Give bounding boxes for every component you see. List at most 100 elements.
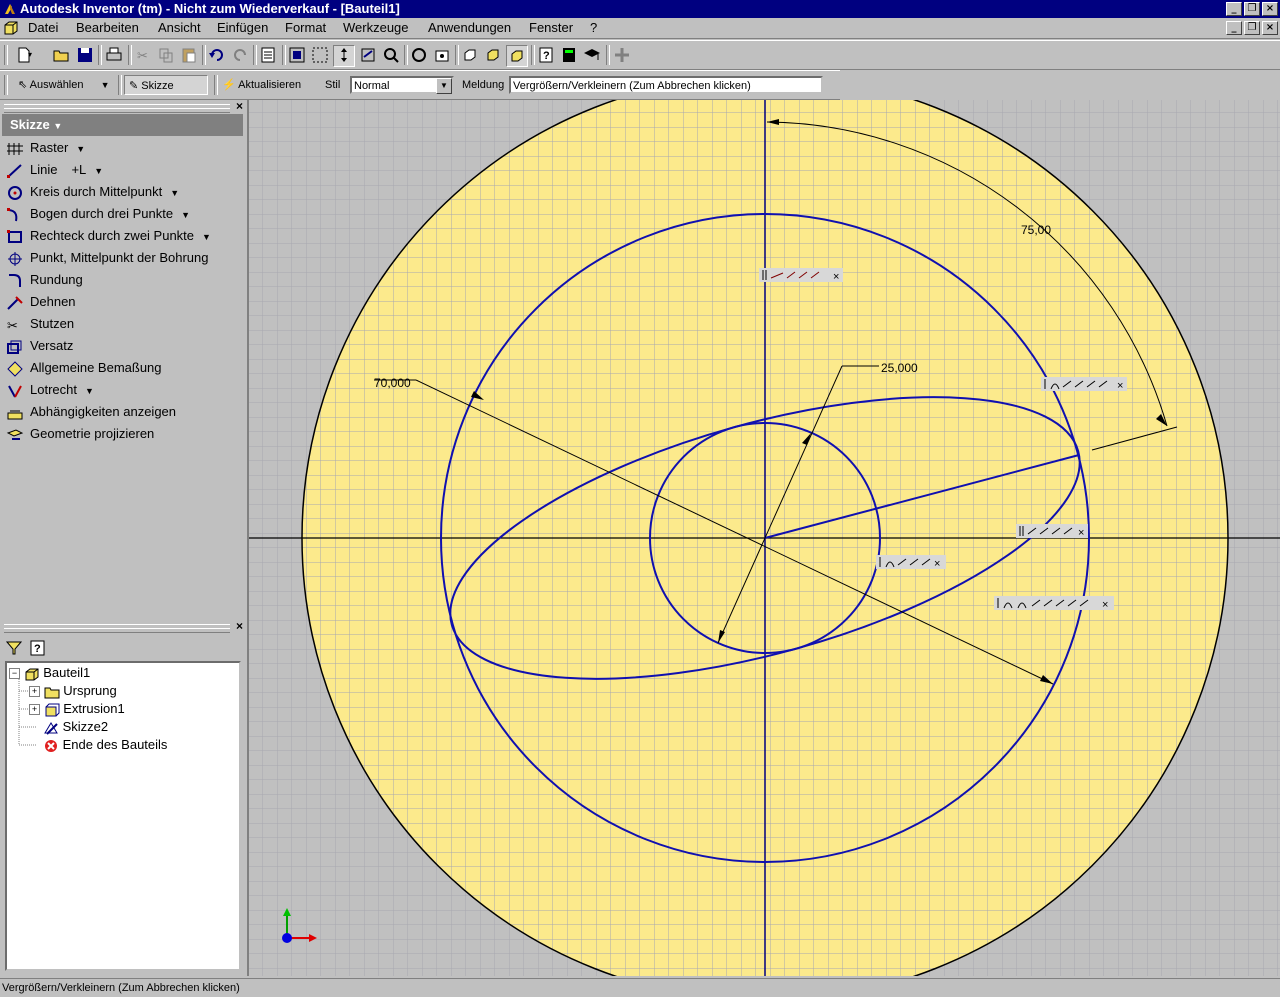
menu-fenster[interactable]: Fenster (529, 20, 573, 36)
cmd-rechteck[interactable]: Rechteck durch zwei Punkte ▼ (6, 226, 211, 246)
update-button[interactable]: ⚡ Aktualisieren (222, 75, 301, 95)
cmd-raster[interactable]: Raster ▼ (6, 138, 85, 158)
cmd-linie[interactable]: Linie +L ▼ (6, 160, 103, 180)
save-icon[interactable] (75, 45, 95, 65)
chevron-down-icon[interactable]: ▼ (170, 183, 179, 203)
shaded-display-icon[interactable] (460, 45, 480, 65)
menu-werkzeuge[interactable]: Werkzeuge (343, 20, 409, 36)
constraint-glyph-5[interactable]: × (994, 596, 1114, 611)
parameters-icon[interactable] (258, 45, 278, 65)
cmd-projizieren[interactable]: Geometrie projizieren (6, 424, 154, 444)
style-label: Stil (325, 79, 341, 91)
cmd-abhaengigkeiten[interactable]: Abhängigkeiten anzeigen (6, 402, 176, 422)
hidden-edge-icon[interactable] (483, 45, 503, 65)
part-document-icon[interactable] (4, 21, 18, 35)
menu-einfuegen[interactable]: Einfügen (217, 20, 268, 36)
angle-dimension-text[interactable]: 75,00 (1021, 223, 1051, 237)
pan-icon[interactable] (358, 45, 378, 65)
zoom-icon[interactable] (333, 45, 355, 67)
radius-dimension-text[interactable]: 25,000 (881, 361, 918, 375)
browser-bar-handle[interactable]: × (2, 619, 245, 633)
select-button[interactable]: ⇖ Auswählen ▼ (18, 75, 109, 95)
menu-anwendungen[interactable]: Anwendungen (428, 20, 511, 36)
cmd-versatz[interactable]: Versatz (6, 336, 73, 356)
expand-icon[interactable]: + (29, 686, 40, 698)
doc-restore-button[interactable]: ❐ (1244, 21, 1260, 35)
tree-node-extrusion1[interactable]: + Extrusion1 (29, 700, 125, 718)
arc-icon (7, 207, 18, 221)
chevron-down-icon[interactable]: ▼ (202, 227, 211, 247)
zoom-window-icon[interactable] (310, 45, 330, 65)
sketch-canvas[interactable]: 75,00 25,000 70,000 × × × × × (249, 100, 1280, 976)
close-button[interactable]: × (1262, 2, 1278, 16)
wireframe-icon[interactable] (506, 45, 528, 67)
undo-icon[interactable] (207, 45, 227, 65)
look-at-icon[interactable] (432, 45, 452, 65)
menu-ansicht[interactable]: Ansicht (158, 20, 201, 36)
svg-text:▾: ▾ (28, 50, 32, 59)
chevron-down-icon[interactable]: ▼ (436, 78, 452, 94)
filter-icon[interactable] (6, 640, 22, 656)
constraint-glyph-1[interactable]: × (759, 268, 843, 283)
minimize-button[interactable]: _ (1226, 2, 1242, 16)
close-icon[interactable]: × (236, 99, 243, 113)
style-select[interactable]: Normal ▼ (350, 76, 454, 94)
collapse-icon[interactable]: − (9, 668, 20, 680)
chevron-down-icon[interactable]: ▼ (76, 139, 85, 159)
cursor-icon: ⇖ (18, 79, 28, 91)
zoom-selected-icon[interactable] (381, 45, 401, 65)
rotate-icon[interactable] (409, 45, 429, 65)
cmd-kreis[interactable]: Kreis durch Mittelpunkt ▼ (6, 182, 179, 202)
tree-node-ende[interactable]: Ende des Bauteils (43, 736, 167, 754)
cmd-stutzen[interactable]: ✂ Stutzen (6, 314, 74, 334)
chevron-down-icon[interactable]: ▼ (181, 205, 190, 225)
constraint-glyph-4[interactable]: × (876, 555, 946, 570)
add-icon[interactable] (612, 45, 632, 65)
diameter-dimension-text[interactable]: 70,000 (374, 376, 411, 390)
svg-text:✂: ✂ (137, 48, 148, 63)
print-icon[interactable] (104, 45, 124, 65)
svg-text:?: ? (543, 50, 550, 62)
graphics-viewport[interactable]: 75,00 25,000 70,000 × × × × × (247, 100, 1280, 976)
cmd-dehnen[interactable]: Dehnen (6, 292, 76, 312)
tree-node-skizze2[interactable]: Skizze2 (43, 718, 108, 736)
menu-datei[interactable]: Datei (28, 20, 58, 36)
menu-help[interactable]: ? (590, 20, 597, 36)
cut-icon[interactable]: ✂ (133, 45, 153, 65)
offset-icon (7, 340, 22, 354)
sketch-button[interactable]: ✎ Skizze (124, 75, 208, 95)
learning-icon[interactable] (582, 45, 602, 65)
constraint-glyph-3[interactable]: × (1016, 524, 1088, 539)
zoom-all-icon[interactable] (287, 45, 307, 65)
expand-icon[interactable]: + (29, 704, 40, 716)
chevron-down-icon[interactable]: ▼ (94, 161, 103, 181)
panel-bar-handle[interactable]: × (2, 99, 245, 113)
menu-format[interactable]: Format (285, 20, 326, 36)
open-icon[interactable] (52, 45, 72, 65)
paste-icon[interactable] (179, 45, 199, 65)
tree-node-bauteil1[interactable]: − Bauteil1 (9, 664, 90, 682)
cmd-bemassung[interactable]: Allgemeine Bemaßung (6, 358, 162, 378)
calculator-icon[interactable] (559, 45, 579, 65)
chevron-down-icon[interactable]: ▼ (85, 381, 94, 401)
doc-minimize-button[interactable]: _ (1226, 21, 1242, 35)
help-icon[interactable]: ? (30, 640, 46, 656)
chevron-down-icon[interactable]: ▼ (101, 80, 110, 90)
cmd-rundung[interactable]: Rundung (6, 270, 83, 290)
copy-icon[interactable] (156, 45, 176, 65)
doc-close-button[interactable]: × (1262, 21, 1278, 35)
model-browser[interactable]: − Bauteil1 + Ursprung + Extrusion1 Skizz… (5, 661, 241, 971)
help-icon[interactable]: ? (536, 45, 556, 65)
panel-title[interactable]: Skizze ▼ (2, 114, 243, 136)
cmd-punkt[interactable]: Punkt, Mittelpunkt der Bohrung (6, 248, 209, 268)
tree-node-ursprung[interactable]: + Ursprung (29, 682, 117, 700)
menu-bearbeiten[interactable]: Bearbeiten (76, 20, 139, 36)
cmd-lotrecht[interactable]: Lotrecht ▼ (6, 380, 94, 400)
redo-icon[interactable] (230, 45, 250, 65)
perpendicular-icon (8, 385, 22, 398)
close-icon[interactable]: × (236, 619, 243, 633)
restore-button[interactable]: ❐ (1244, 2, 1260, 16)
cmd-bogen[interactable]: Bogen durch drei Punkte ▼ (6, 204, 190, 224)
new-icon[interactable]: ▾ (14, 45, 34, 65)
constraint-glyph-2[interactable]: × (1041, 377, 1127, 392)
